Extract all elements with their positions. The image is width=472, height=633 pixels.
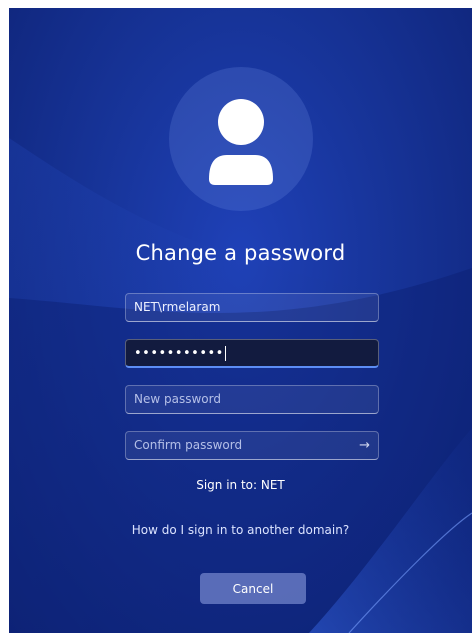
username-input[interactable] <box>134 294 344 321</box>
sign-in-domain-label: Sign in to: NET <box>196 478 285 492</box>
confirm-password-field[interactable]: → <box>125 431 379 460</box>
arrow-right-icon[interactable]: → <box>359 432 370 459</box>
new-password-input[interactable] <box>134 386 344 413</box>
new-password-field[interactable] <box>125 385 379 414</box>
user-avatar <box>169 67 313 211</box>
other-domain-link[interactable]: How do I sign in to another domain? <box>9 523 472 537</box>
user-avatar-icon <box>209 99 273 185</box>
old-password-mask: ••••••••••• <box>134 346 224 361</box>
page-title: Change a password <box>135 241 346 265</box>
old-password-field[interactable]: ••••••••••• <box>125 339 379 368</box>
confirm-password-input[interactable] <box>134 432 344 459</box>
cancel-button[interactable]: Cancel <box>200 573 306 604</box>
username-field[interactable] <box>125 293 379 322</box>
lock-screen-background: Change a password ••••••••••• → Sign in … <box>9 8 472 633</box>
text-caret <box>224 346 226 361</box>
